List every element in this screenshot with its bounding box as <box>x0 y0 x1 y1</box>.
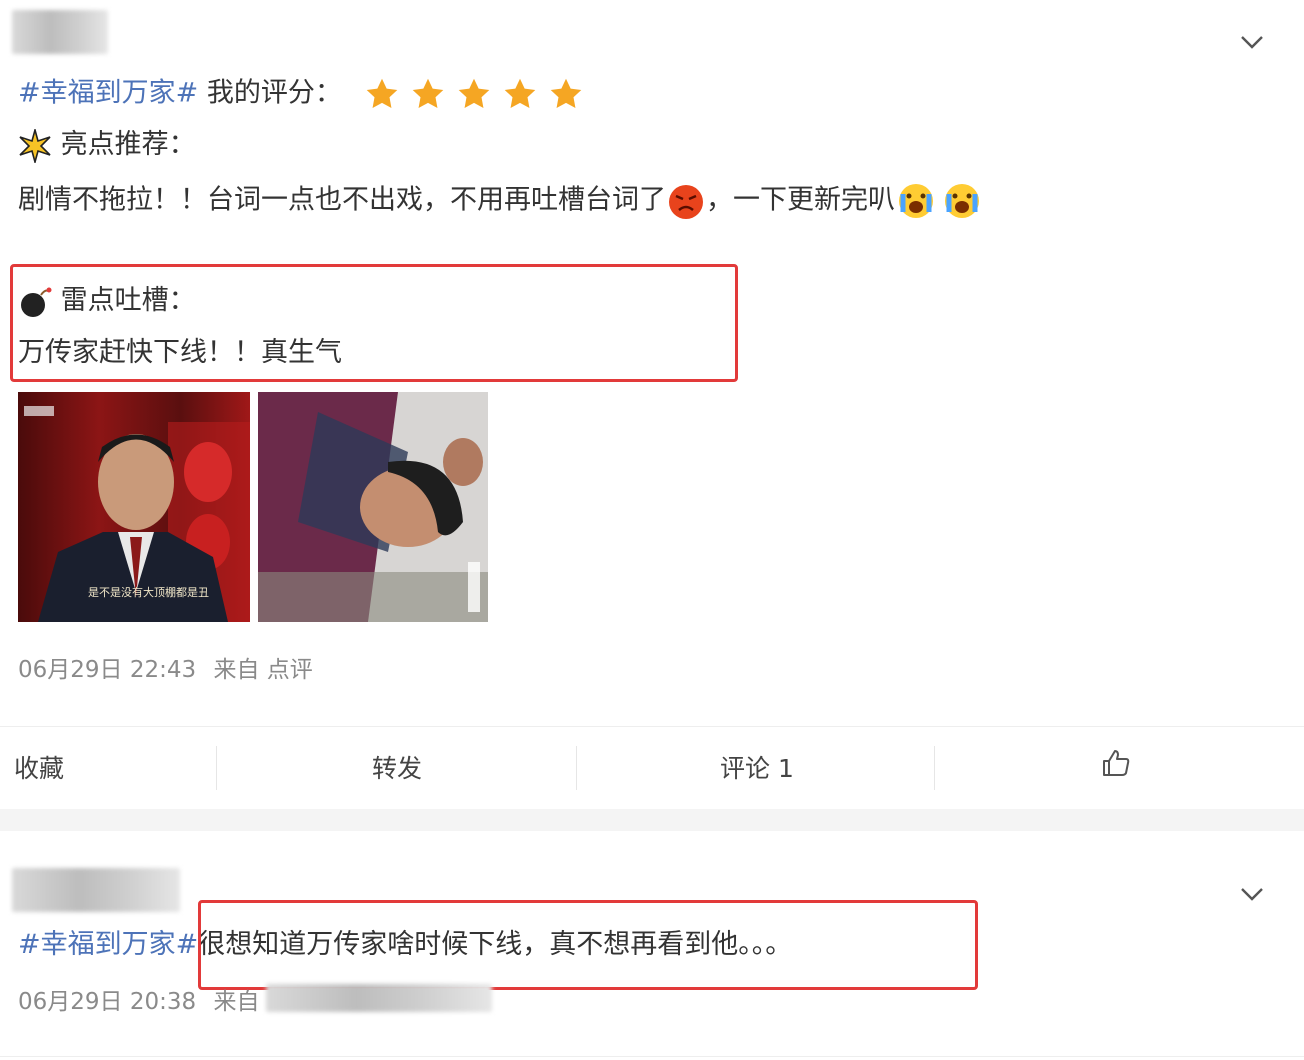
blurred-username[interactable] <box>12 10 108 54</box>
post-timestamp: 06月29日 22:43 <box>18 657 197 683</box>
action-divider <box>934 746 935 790</box>
post-photo-1[interactable]: 是不是没有大顶棚都是丑 <box>18 392 250 622</box>
bomb-icon <box>21 287 52 317</box>
highlight-text-line: 剧情不拖拉！！台词一点也不出戏，不用再吐槽台词了 ，一下更新完叭 <box>18 180 983 222</box>
angry-face-icon <box>669 185 703 219</box>
crying-face-icon <box>899 184 933 218</box>
blurred-source <box>266 984 492 1012</box>
highlight-heading-line: 亮点推荐： <box>18 128 196 163</box>
rotated-scene-illustration <box>258 392 488 622</box>
blurred-username[interactable] <box>12 868 180 912</box>
hashtag-link[interactable]: #幸福到万家# <box>18 929 198 960</box>
rating-label: 我的评分： <box>206 77 342 109</box>
rating-stars <box>364 76 584 112</box>
bottom-border <box>0 1056 1304 1057</box>
post-separator <box>0 809 1304 831</box>
post2-source: 来自 <box>213 989 260 1015</box>
star-icon <box>413 78 444 108</box>
highlight-text: 剧情不拖拉！！台词一点也不出戏，不用再吐槽台词了 <box>18 184 666 216</box>
star-icon <box>367 78 398 108</box>
post-source[interactable]: 来自 点评 <box>213 657 312 683</box>
complaint-heading-line: 雷点吐槽： <box>18 284 196 319</box>
star-icon <box>459 78 490 108</box>
star-icon <box>551 78 582 108</box>
post-photo-2[interactable] <box>258 392 488 622</box>
chevron-down-icon[interactable] <box>1238 880 1266 908</box>
comment-button[interactable]: 评论 1 <box>720 749 794 785</box>
complaint-heading: 雷点吐槽： <box>60 285 196 316</box>
favorite-button[interactable]: 收藏 <box>14 749 64 785</box>
action-divider <box>216 746 217 790</box>
highlight-heading: 亮点推荐： <box>60 129 196 160</box>
action-divider <box>576 746 577 790</box>
photo-caption: 是不是没有大顶棚都是丑 <box>88 586 209 599</box>
crying-face-icon <box>945 184 979 218</box>
action-bar: 收藏 转发 评论 1 <box>0 726 1304 810</box>
hashtag-link[interactable]: #幸福到万家# <box>18 78 198 109</box>
post2-meta: 06月29日 20:38 来自 <box>18 982 259 1016</box>
star-icon <box>505 78 536 108</box>
thumbs-up-icon[interactable] <box>1100 747 1132 779</box>
post2-annotation-box <box>198 900 978 990</box>
complaint-text-line: 万传家赶快下线！！真生气 <box>18 336 342 370</box>
complaint-text: 万传家赶快下线！！真生气 <box>18 337 342 368</box>
rating-line: #幸福到万家# 我的评分： <box>18 76 584 112</box>
repost-button[interactable]: 转发 <box>372 749 422 785</box>
post-meta: 06月29日 22:43 来自 点评 <box>18 650 313 684</box>
chevron-down-icon[interactable] <box>1238 28 1266 56</box>
sparkle-icon <box>19 128 51 163</box>
post2-timestamp: 06月29日 20:38 <box>18 989 197 1015</box>
highlight-text-2: ，一下更新完叭 <box>706 184 895 216</box>
